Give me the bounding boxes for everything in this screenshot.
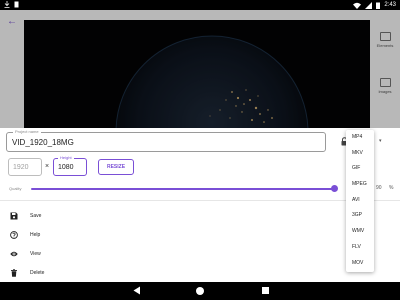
eye-icon (10, 251, 18, 256)
quality-slider-track[interactable] (31, 188, 335, 190)
status-right: 2:43 (353, 1, 396, 9)
menu-item-delete[interactable]: Delete (0, 263, 345, 282)
wifi-icon (353, 2, 362, 9)
menu-item-view[interactable]: View (0, 244, 345, 263)
format-option[interactable]: GIF (346, 161, 374, 177)
menu-label-view: View (30, 250, 41, 257)
format-option[interactable]: WMV (346, 224, 374, 240)
trash-icon (11, 268, 17, 277)
height-field[interactable]: Height 1080 (53, 155, 87, 176)
status-bar: 2:43 (0, 0, 400, 10)
format-option[interactable]: MKV (346, 146, 374, 162)
project-name-field[interactable]: Project name VID_1920_18MG (6, 129, 326, 152)
width-value: 1920 (13, 164, 29, 171)
format-option[interactable]: MOV (346, 256, 374, 272)
menu-label-delete: Delete (30, 269, 45, 276)
format-option[interactable]: AVI (346, 193, 374, 209)
format-dropdown-arrow-icon[interactable]: ▾ (379, 138, 382, 144)
status-time: 2:43 (384, 2, 396, 8)
format-option[interactable]: MP4 (346, 130, 374, 146)
navigation-bar (0, 282, 400, 300)
height-value: 1080 (58, 164, 74, 171)
menu-item-help[interactable]: Help (0, 225, 345, 244)
format-option[interactable]: 3GP (346, 208, 374, 224)
format-dropdown-menu: MP4 MKV GIF MPEG AVI 3GP WMV FLV MOV (346, 130, 374, 272)
battery-icon (376, 2, 381, 9)
format-option[interactable]: FLV (346, 240, 374, 256)
resize-button[interactable]: RESIZE (98, 159, 134, 175)
status-left (4, 1, 19, 8)
nav-home-icon[interactable] (196, 287, 204, 295)
times-symbol: × (45, 163, 50, 170)
export-sheet: Project name VID_1920_18MG 1920 × Height… (0, 128, 400, 282)
divider (0, 200, 400, 201)
menu-item-save[interactable]: Save (0, 206, 345, 225)
quality-unit: % (389, 185, 394, 191)
nav-back-icon[interactable] (133, 286, 141, 295)
screen: 2:43 ← Elements Images Project name VID_… (0, 0, 400, 300)
project-name-value: VID_1920_18MG (12, 138, 74, 147)
menu-label-help: Help (30, 231, 41, 238)
save-icon (10, 212, 18, 219)
download-icon (4, 1, 10, 8)
menu-label-save: Save (30, 212, 42, 219)
signal-icon (365, 1, 373, 9)
quality-label: Quality (9, 186, 22, 191)
project-name-label: Project name (13, 129, 41, 135)
doc-icon (14, 1, 19, 8)
quality-value[interactable]: 90 (376, 185, 382, 191)
width-field[interactable]: 1920 (8, 158, 42, 176)
quality-slider-thumb[interactable] (331, 185, 338, 192)
scrim-overlay[interactable] (0, 10, 400, 128)
height-label: Height (58, 155, 74, 161)
nav-recents-icon[interactable] (262, 287, 269, 294)
action-menu: Save Help View Delete (0, 206, 345, 282)
help-icon (10, 230, 18, 239)
format-option[interactable]: MPEG (346, 177, 374, 193)
